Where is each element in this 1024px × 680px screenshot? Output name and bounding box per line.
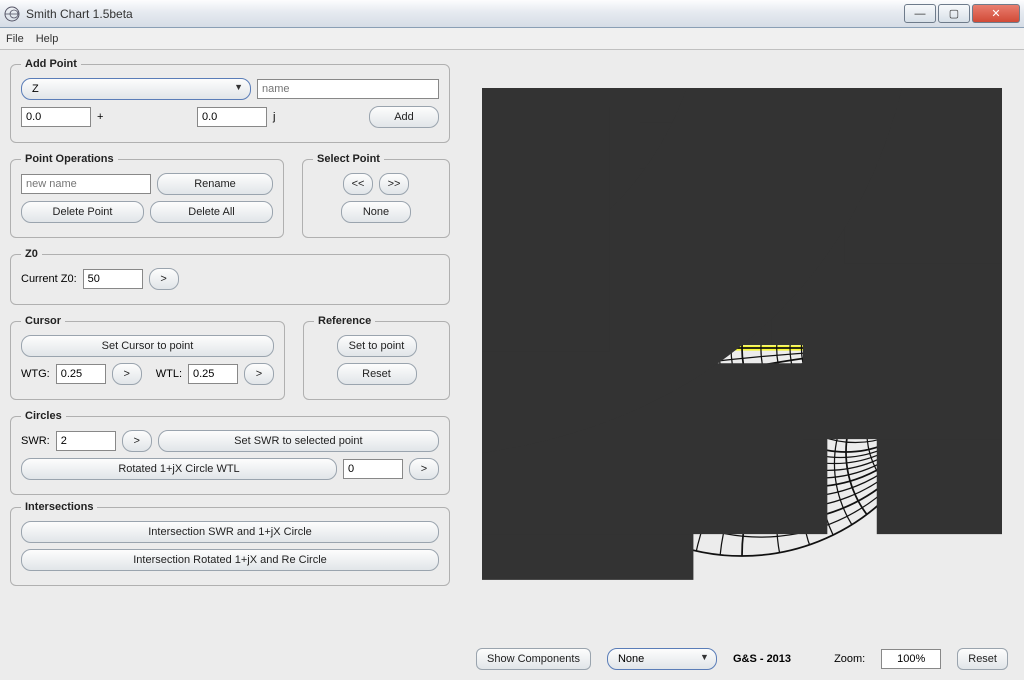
select-point-group: Select Point << >> None (302, 153, 450, 238)
credit-label: G&S - 2013 (733, 653, 791, 665)
add-button[interactable]: Add (369, 106, 439, 128)
delete-all-button[interactable]: Delete All (150, 201, 273, 223)
menu-help[interactable]: Help (36, 33, 59, 45)
point-name-input[interactable] (257, 79, 439, 99)
select-none-button[interactable]: None (341, 201, 411, 223)
close-button[interactable]: ✕ (972, 4, 1020, 23)
delete-point-button[interactable]: Delete Point (21, 201, 144, 223)
rename-button[interactable]: Rename (157, 173, 273, 195)
rotated-wtl-input[interactable] (343, 459, 403, 479)
swr-apply-button[interactable]: > (122, 430, 152, 452)
next-point-button[interactable]: >> (379, 173, 409, 195)
set-cursor-button[interactable]: Set Cursor to point (21, 335, 274, 357)
cursor-legend: Cursor (21, 315, 65, 327)
wtg-input[interactable] (56, 364, 106, 384)
add-point-group: Add Point Z + j Add (10, 58, 450, 143)
set-swr-button[interactable]: Set SWR to selected point (158, 430, 439, 452)
imag-part-input[interactable] (197, 107, 267, 127)
wtg-apply-button[interactable]: > (112, 363, 142, 385)
window-title: Smith Chart 1.5beta (26, 7, 902, 21)
title-bar: Smith Chart 1.5beta — ▢ ✕ (0, 0, 1024, 28)
prev-point-button[interactable]: << (343, 173, 373, 195)
add-point-legend: Add Point (21, 58, 81, 70)
smith-chart-svg: 0.00.20.51.02.05.00.51.02.0-0.5-1.0-2.00… (482, 88, 1002, 608)
maximize-button[interactable]: ▢ (938, 4, 970, 23)
app-icon (4, 6, 20, 22)
wtl-apply-button[interactable]: > (244, 363, 274, 385)
point-ops-legend: Point Operations (21, 153, 118, 165)
z0-label: Current Z0: (21, 273, 77, 285)
show-components-button[interactable]: Show Components (476, 648, 591, 670)
circles-legend: Circles (21, 410, 66, 422)
circles-group: Circles SWR: > Set SWR to selected point… (10, 410, 450, 495)
rotated-circle-button[interactable]: Rotated 1+jX Circle WTL (21, 458, 337, 480)
z0-apply-button[interactable]: > (149, 268, 179, 290)
real-part-input[interactable] (21, 107, 91, 127)
select-point-legend: Select Point (313, 153, 384, 165)
right-panel: 0.00.20.51.02.05.00.51.02.0-0.5-1.0-2.00… (460, 50, 1024, 680)
z0-legend: Z0 (21, 248, 42, 260)
wtg-label: WTG: (21, 368, 50, 380)
bottom-toolbar: Show Components None G&S - 2013 Zoom: Re… (460, 648, 1024, 670)
zoom-label: Zoom: (834, 653, 865, 665)
ref-reset-button[interactable]: Reset (337, 363, 417, 385)
left-panel: Add Point Z + j Add Point (0, 50, 460, 680)
reference-legend: Reference (314, 315, 375, 327)
minimize-button[interactable]: — (904, 4, 936, 23)
plus-label: + (97, 111, 103, 123)
zoom-reset-button[interactable]: Reset (957, 648, 1008, 670)
smith-chart: 0.00.20.51.02.05.00.51.02.0-0.5-1.0-2.00… (460, 56, 1024, 640)
intersections-group: Intersections Intersection SWR and 1+jX … (10, 501, 450, 586)
swr-label: SWR: (21, 435, 50, 447)
reference-group: Reference Set to point Reset (303, 315, 450, 400)
z0-group: Z0 Current Z0: > (10, 248, 450, 305)
zoom-input[interactable] (881, 649, 941, 669)
j-label: j (273, 111, 275, 123)
rotated-apply-button[interactable]: > (409, 458, 439, 480)
point-operations-group: Point Operations Rename Delete Point Del… (10, 153, 284, 238)
menu-file[interactable]: File (6, 33, 24, 45)
menu-bar: File Help (0, 28, 1024, 50)
svg-text:0.0: 0.0 (482, 88, 1002, 608)
z0-input[interactable] (83, 269, 143, 289)
wtl-input[interactable] (188, 364, 238, 384)
cursor-group: Cursor Set Cursor to point WTG: > WTL: > (10, 315, 285, 400)
intersection-rot-re-button[interactable]: Intersection Rotated 1+jX and Re Circle (21, 549, 439, 571)
intersection-swr-1jx-button[interactable]: Intersection SWR and 1+jX Circle (21, 521, 439, 543)
intersections-legend: Intersections (21, 501, 97, 513)
new-name-input[interactable] (21, 174, 151, 194)
component-select[interactable]: None (607, 648, 717, 670)
swr-input[interactable] (56, 431, 116, 451)
wtl-label: WTL: (156, 368, 182, 380)
impedance-type-select[interactable]: Z (21, 78, 251, 100)
ref-set-to-point-button[interactable]: Set to point (337, 335, 417, 357)
